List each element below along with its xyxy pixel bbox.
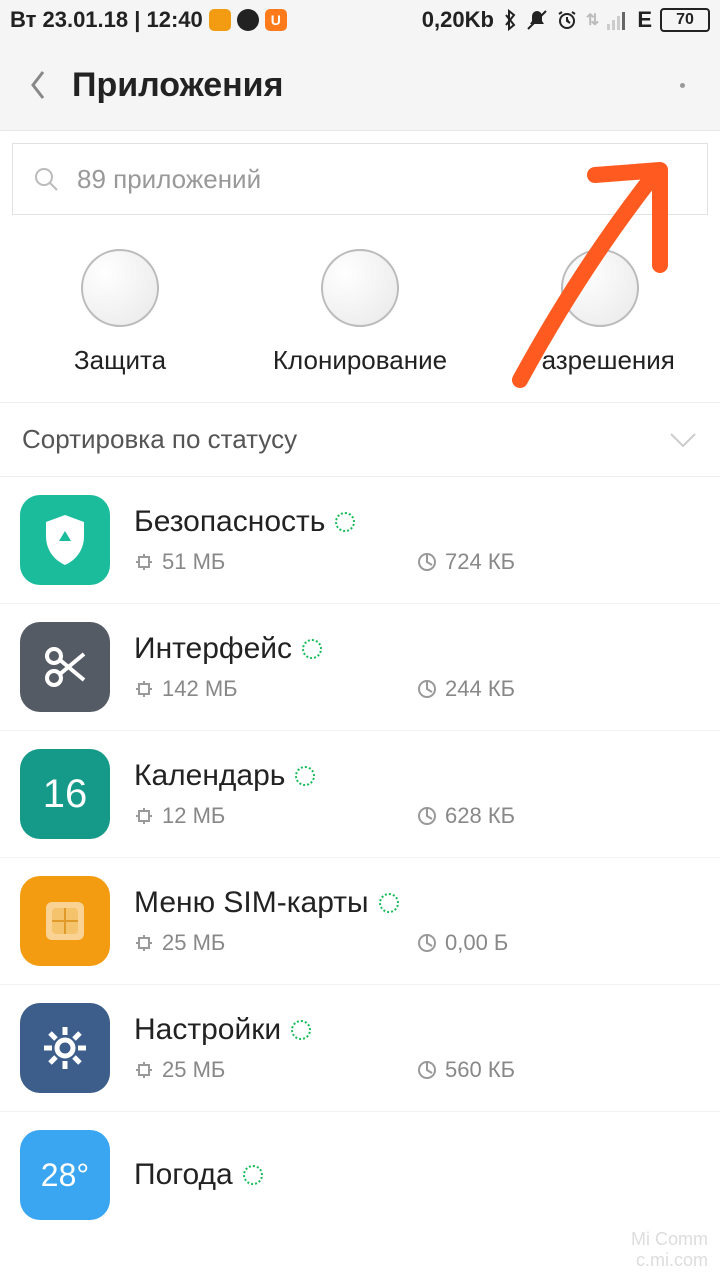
storage-icon [134,1060,154,1080]
app-name-label: Интерфейс [134,632,292,666]
chevron-down-icon [668,430,698,450]
app-name-label: Безопасность [134,505,325,539]
appicon-1 [209,9,231,31]
app-list: Безопасность 51 МБ 724 КБ [0,477,720,1238]
search-icon [33,166,59,192]
app-icon: 16 [20,749,110,839]
running-badge-icon [243,1165,263,1185]
storage-icon [134,679,154,699]
status-datetime: Вт 23.01.18 | 12:40 [10,7,203,33]
back-button[interactable] [18,65,58,105]
data-icon [417,806,437,826]
storage-icon [134,806,154,826]
running-badge-icon [335,512,355,532]
app-row[interactable]: 16 Календарь 12 МБ 628 КБ [0,731,720,858]
app-name-label: Календарь [134,759,285,793]
running-badge-icon [295,766,315,786]
running-badge-icon [302,639,322,659]
quick-circle-icon [81,249,159,327]
app-name-label: Настройки [134,1013,281,1047]
app-row[interactable]: Настройки 25 МБ 560 КБ [0,985,720,1112]
running-badge-icon [379,893,399,913]
quick-label: Защита [74,345,166,376]
app-name-label: Погода [134,1158,233,1192]
quick-label: Клонирование [273,345,447,376]
overflow-menu-button[interactable] [662,65,702,105]
sort-row[interactable]: Сортировка по статусу [0,403,720,477]
data-icon [417,1060,437,1080]
data-icon [417,933,437,953]
storage-value: 25 МБ [162,1057,225,1083]
app-row[interactable]: Безопасность 51 МБ 724 КБ [0,477,720,604]
data-value: 724 КБ [445,549,515,575]
running-badge-icon [291,1020,311,1040]
alarm-icon [556,9,578,31]
app-row[interactable]: Интерфейс 142 МБ 244 КБ [0,604,720,731]
storage-value: 25 МБ [162,930,225,956]
app-icon [20,495,110,585]
data-value: 560 КБ [445,1057,515,1083]
vibrate-icon [526,9,548,31]
battery-icon: 70 [660,8,710,32]
quick-circle-icon [321,249,399,327]
storage-value: 51 МБ [162,549,225,575]
data-rate: 0,20Kb [422,7,494,33]
data-icon [417,679,437,699]
app-icon [20,876,110,966]
network-type: E [637,7,652,33]
app-name-label: Меню SIM-карты [134,886,369,920]
quick-permissions[interactable]: Разрешения [485,249,715,376]
sort-label: Сортировка по статусу [22,424,297,455]
quick-security[interactable]: Защита [5,249,235,376]
data-value: 0,00 Б [445,930,508,956]
quick-label: Разрешения [525,345,675,376]
page-title: Приложения [72,66,283,105]
data-value: 244 КБ [445,676,515,702]
bluetooth-icon [502,9,518,31]
app-row[interactable]: 28° Погода [0,1112,720,1238]
quick-actions-row: Защита Клонирование Разрешения [0,229,720,403]
storage-icon [134,552,154,572]
appicon-2 [237,9,259,31]
appicon-uc: U [265,9,287,31]
data-icon [417,552,437,572]
search-input[interactable]: 89 приложений [12,143,708,215]
updown-icon: ⇅ [586,10,599,30]
storage-value: 142 МБ [162,676,238,702]
quick-circle-icon [561,249,639,327]
storage-icon [134,933,154,953]
app-icon [20,622,110,712]
storage-value: 12 МБ [162,803,225,829]
status-bar: Вт 23.01.18 | 12:40 U 0,20Kb ⇅ E 70 [0,0,720,40]
signal-icon [607,10,629,30]
quick-clone[interactable]: Клонирование [245,249,475,376]
data-value: 628 КБ [445,803,515,829]
app-row[interactable]: Меню SIM-карты 25 МБ 0,00 Б [0,858,720,985]
app-header: Приложения [0,40,720,130]
app-icon [20,1003,110,1093]
search-container: 89 приложений [0,130,720,229]
app-icon: 28° [20,1130,110,1220]
search-placeholder: 89 приложений [77,164,261,195]
